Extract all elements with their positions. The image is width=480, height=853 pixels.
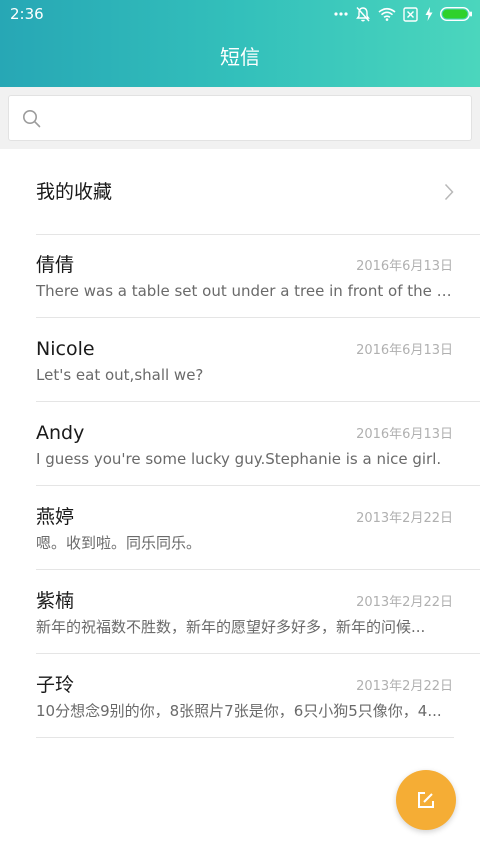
search-icon [23, 110, 41, 128]
search-input[interactable] [57, 104, 461, 134]
message-date: 2013年2月22日 [356, 595, 453, 610]
notifications-off-icon [355, 6, 371, 23]
status-time: 2:36 [10, 5, 44, 23]
message-date: 2016年6月13日 [356, 259, 453, 274]
message-date: 2013年2月22日 [356, 511, 453, 526]
contact-name: Andy [36, 422, 85, 444]
favorites-label: 我的收藏 [36, 181, 113, 203]
contact-name: 紫楠 [36, 590, 75, 612]
message-preview: 10分想念9别的你，8张照片7张是你，6只小狗5只像你，4... [36, 702, 442, 720]
compose-icon [418, 792, 434, 808]
chevron-right-icon [444, 183, 454, 201]
contact-name: Nicole [36, 338, 95, 360]
search-area [0, 87, 480, 149]
message-preview: There was a table set out under a tree i… [36, 282, 454, 300]
message-item[interactable]: Nicole 2016年6月13日 Let's eat out,shall we… [0, 318, 480, 402]
message-item[interactable]: 燕婷 2013年2月22日 嗯。收到啦。同乐同乐。 [0, 486, 480, 570]
message-preview: 嗯。收到啦。同乐同乐。 [36, 534, 202, 552]
divider [36, 737, 454, 738]
contact-name: 倩倩 [36, 254, 75, 276]
wifi-icon [378, 7, 396, 21]
message-item[interactable]: 子玲 2013年2月22日 10分想念9别的你，8张照片7张是你，6只小狗5只像… [0, 654, 480, 738]
charging-icon [425, 7, 433, 21]
search-box[interactable] [8, 95, 472, 141]
message-list: 倩倩 2016年6月13日 There was a table set out … [0, 234, 480, 738]
app-header: 2:36 短信 [0, 0, 480, 87]
message-preview: I guess you're some lucky guy.Stephanie … [36, 450, 442, 468]
message-item[interactable]: 倩倩 2016年6月13日 There was a table set out … [0, 234, 480, 318]
message-item[interactable]: 紫楠 2013年2月22日 新年的祝福数不胜数，新年的愿望好多好多，新年的问候.… [0, 570, 480, 654]
message-item[interactable]: Andy 2016年6月13日 I guess you're some luck… [0, 402, 480, 486]
favorites-row[interactable]: 我的收藏 [0, 150, 480, 234]
contact-name: 子玲 [36, 674, 75, 696]
more-dots-icon [334, 12, 348, 16]
compose-button[interactable] [396, 770, 456, 830]
message-preview: Let's eat out,shall we? [36, 366, 204, 384]
message-preview: 新年的祝福数不胜数，新年的愿望好多好多，新年的问候... [36, 618, 426, 636]
message-date: 2016年6月13日 [356, 343, 453, 358]
no-sim-icon [403, 6, 418, 22]
battery-icon [440, 7, 472, 21]
message-date: 2013年2月22日 [356, 679, 453, 694]
message-date: 2016年6月13日 [356, 427, 453, 442]
status-icons [334, 5, 472, 23]
contact-name: 燕婷 [36, 506, 75, 528]
status-bar: 2:36 [0, 0, 480, 28]
page-title: 短信 [220, 45, 260, 69]
